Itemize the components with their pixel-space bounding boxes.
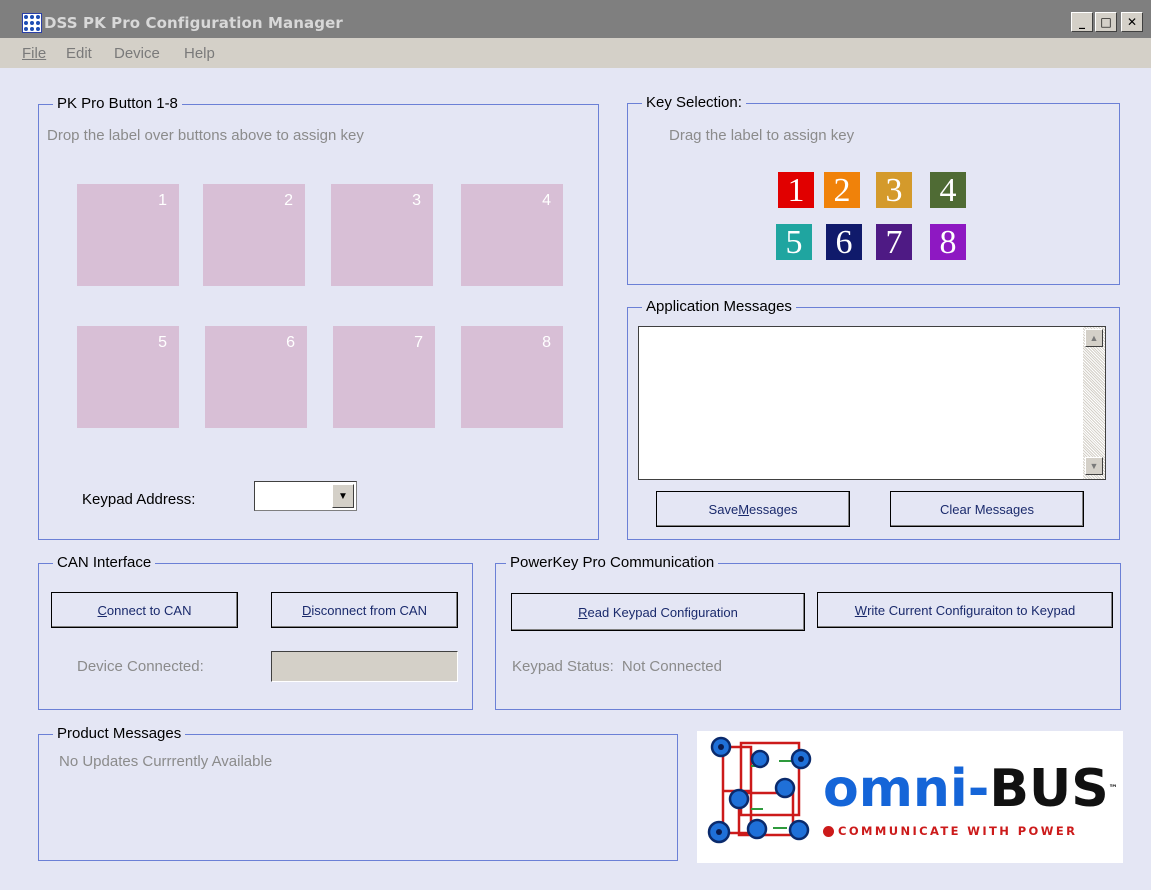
keypad-address-label: Keypad Address: <box>82 491 196 508</box>
messages-scrollbar[interactable]: ▲ ▼ <box>1083 327 1105 479</box>
clear-messages-button[interactable]: Clear Messages <box>890 491 1084 527</box>
button-slot-1[interactable]: 1 <box>77 184 179 286</box>
keypad-status: Keypad Status: Not Connected <box>512 658 722 675</box>
key-label-1[interactable]: 1 <box>778 172 814 208</box>
product-messages-title: Product Messages <box>53 725 186 743</box>
messages-textarea[interactable]: ▲ ▼ <box>638 326 1106 480</box>
keypad-status-label: Keypad Status: <box>512 658 614 675</box>
keypad-status-value: Not Connected <box>621 658 722 675</box>
maximize-icon: □ <box>1100 15 1112 29</box>
write-config-button[interactable]: Write Current Configuraiton to Keypad <box>817 592 1113 628</box>
can-interface-title: CAN Interface <box>53 554 156 572</box>
menu-file[interactable]: File <box>22 45 46 62</box>
key-label-7[interactable]: 7 <box>876 224 912 260</box>
product-messages-text: No Updates Currrently Available <box>59 753 273 770</box>
logo-tagline: COMMUNICATE WITH POWER <box>823 822 1077 839</box>
menu-help[interactable]: Help <box>184 45 215 62</box>
button-slot-8[interactable]: 8 <box>461 326 563 428</box>
device-connected-label: Device Connected: <box>77 658 204 675</box>
title-bar: DSS PK Pro Configuration Manager _ □ ✕ <box>0 0 1151 38</box>
scroll-up-icon[interactable]: ▲ <box>1085 329 1103 347</box>
logo-wordmark: omni-BUS™ <box>823 759 1118 819</box>
close-button[interactable]: ✕ <box>1121 12 1143 32</box>
key-label-8[interactable]: 8 <box>930 224 966 260</box>
chevron-down-icon[interactable]: ▼ <box>332 484 354 508</box>
maximize-button[interactable]: □ <box>1095 12 1117 32</box>
button-slot-3[interactable]: 3 <box>331 184 433 286</box>
button-slot-4[interactable]: 4 <box>461 184 563 286</box>
button-slot-6[interactable]: 6 <box>205 326 307 428</box>
connect-can-button[interactable]: Connect to CAN <box>51 592 238 628</box>
key-label-4[interactable]: 4 <box>930 172 966 208</box>
key-label-3[interactable]: 3 <box>876 172 912 208</box>
omni-bus-logo: omni-BUS™ COMMUNICATE WITH POWER <box>697 731 1123 863</box>
pk-buttons-hint: Drop the label over buttons above to ass… <box>47 127 364 144</box>
powerkey-title: PowerKey Pro Communication <box>506 554 719 572</box>
menu-edit[interactable]: Edit <box>66 45 92 62</box>
app-messages-title: Application Messages <box>642 298 796 316</box>
save-messages-button[interactable]: Save Messages <box>656 491 850 527</box>
menu-device[interactable]: Device <box>114 45 160 62</box>
button-slot-7[interactable]: 7 <box>333 326 435 428</box>
key-selection-title: Key Selection: <box>642 94 746 112</box>
scroll-down-icon[interactable]: ▼ <box>1085 457 1103 475</box>
key-label-5[interactable]: 5 <box>776 224 812 260</box>
powerkey-panel: PowerKey Pro Communication <box>495 554 1121 710</box>
keypad-address-select[interactable]: ▼ <box>254 481 357 511</box>
pk-buttons-panel: PK Pro Button 1-8 <box>38 95 599 540</box>
key-label-6[interactable]: 6 <box>826 224 862 260</box>
key-selection-hint: Drag the label to assign key <box>669 127 855 144</box>
close-icon: ✕ <box>1126 15 1138 29</box>
pk-buttons-title: PK Pro Button 1-8 <box>53 95 182 113</box>
can-interface-panel: CAN Interface <box>38 554 473 710</box>
device-connected-field <box>271 651 458 682</box>
button-slot-5[interactable]: 5 <box>77 326 179 428</box>
key-label-2[interactable]: 2 <box>824 172 860 208</box>
tagline-dot-icon <box>823 825 834 837</box>
disconnect-can-button[interactable]: Disconnect from CAN <box>271 592 458 628</box>
window-title: DSS PK Pro Configuration Manager <box>44 14 343 32</box>
read-keypad-config-button[interactable]: Read Keypad Configuration <box>511 593 805 631</box>
button-slot-2[interactable]: 2 <box>203 184 305 286</box>
minimize-button[interactable]: _ <box>1071 12 1093 32</box>
menu-bar: File Edit Device Help <box>0 38 1151 68</box>
app-icon[interactable] <box>22 13 42 33</box>
minimize-icon: _ <box>1079 15 1085 29</box>
